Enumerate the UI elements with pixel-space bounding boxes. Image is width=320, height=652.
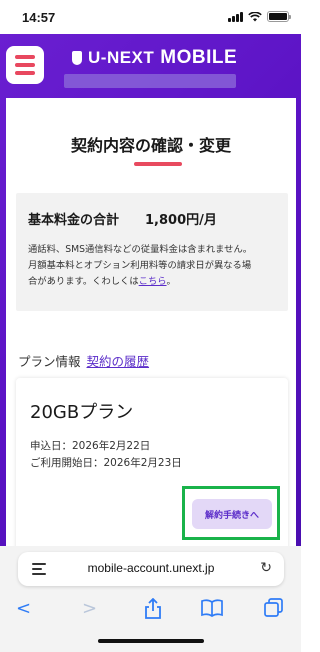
plan-card: 20GBプラン 申込日：2026年2月22日 ご利用開始日：2026年2月23日… xyxy=(16,378,288,552)
fee-note-text: 合があります。くわしくは xyxy=(28,276,139,287)
status-icons xyxy=(228,11,291,22)
applied-date: 申込日：2026年2月22日 xyxy=(30,440,151,452)
page-title: 契約内容の確認・変更 xyxy=(70,136,231,155)
cancel-procedure-button[interactable]: 解約手続きへ xyxy=(192,499,272,529)
fee-note-line: 通話料、SMS通信料などの従量料金は含まれません。 xyxy=(28,244,253,255)
tabs-icon[interactable] xyxy=(264,598,284,618)
fee-label: 基本料金の合計 xyxy=(28,213,120,228)
url-text[interactable]: mobile-account.unext.jp xyxy=(18,561,284,575)
redacted-account-info xyxy=(64,74,236,88)
browser-toolbar: < > xyxy=(0,590,301,652)
battery-icon xyxy=(267,11,291,22)
fee-row: 基本料金の合計 1,800円/月 xyxy=(28,209,276,228)
fee-note-line: 月額基本料とオプション利用料等の請求日が異なる場 xyxy=(28,260,252,271)
contract-history-link[interactable]: 契約の履歴 xyxy=(87,351,150,370)
app-header: U-NEXT MOBILE xyxy=(0,34,301,96)
fee-summary-box: 基本料金の合計 1,800円/月 通話料、SMS通信料などの従量料金は含まれませ… xyxy=(16,193,288,311)
menu-icon-bar xyxy=(15,71,35,75)
status-time: 14:57 xyxy=(22,10,56,25)
home-indicator xyxy=(98,639,204,643)
plan-name: 20GBプラン xyxy=(30,402,134,423)
plan-info-header: プラン情報 契約の履歴 xyxy=(18,351,149,370)
shield-logo-icon xyxy=(72,51,82,65)
main-content: 契約内容の確認・変更 基本料金の合計 1,800円/月 通話料、SMS通信料など… xyxy=(6,98,296,552)
start-date: ご利用開始日：2026年2月23日 xyxy=(30,457,182,469)
status-bar: 14:57 xyxy=(0,0,301,34)
plan-info-label: プラン情報 xyxy=(18,354,81,369)
brand-name-mobile: MOBILE xyxy=(160,47,238,68)
forward-icon[interactable]: > xyxy=(82,598,97,619)
brand-logo[interactable]: U-NEXT MOBILE xyxy=(72,46,237,70)
title-underline xyxy=(134,162,182,166)
fee-value: 1,800円/月 xyxy=(145,213,217,228)
fee-note-period: 。 xyxy=(166,276,176,287)
bookmarks-icon[interactable] xyxy=(201,598,223,618)
details-link[interactable]: こちら xyxy=(139,276,167,287)
hamburger-menu-button[interactable] xyxy=(6,46,44,84)
app-background: U-NEXT MOBILE 契約内容の確認・変更 基本料金の合計 1,800円/… xyxy=(0,34,301,552)
wifi-icon xyxy=(248,11,262,21)
reload-icon[interactable]: ↻ xyxy=(260,560,272,576)
share-icon[interactable] xyxy=(144,598,162,620)
brand-name: U-NEXT xyxy=(88,48,155,67)
menu-icon-bar xyxy=(15,63,35,67)
address-bar[interactable]: mobile-account.unext.jp ↻ xyxy=(18,552,284,586)
menu-icon-bar xyxy=(15,55,35,59)
cellular-signal-icon xyxy=(228,11,243,22)
fee-note-line: 合があります。くわしくはこちら。 xyxy=(28,274,276,290)
back-icon[interactable]: < xyxy=(16,598,31,619)
browser-address-area: mobile-account.unext.jp ↻ xyxy=(0,546,301,590)
fee-note: 通話料、SMS通信料などの従量料金は含まれません。 月額基本料とオプション利用料… xyxy=(28,242,276,290)
